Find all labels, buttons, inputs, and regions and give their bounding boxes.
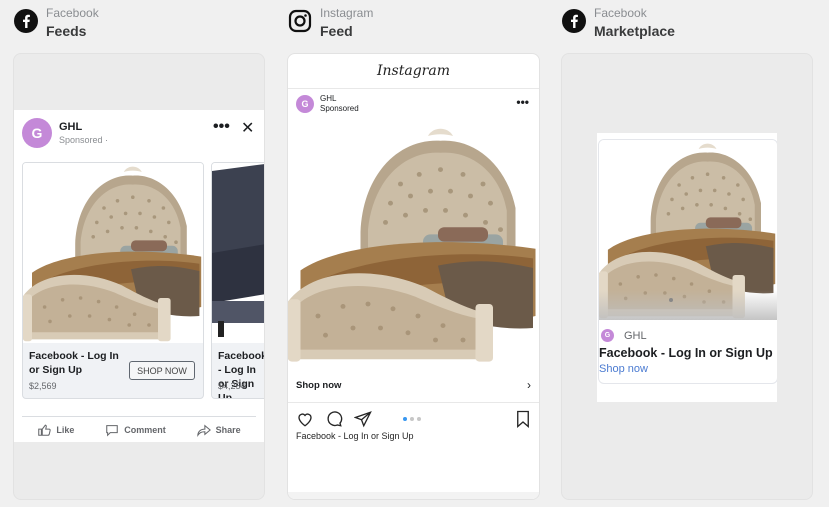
facebook-marketplace-preview: G GHL Facebook - Log In or Sign Up Shop …: [561, 53, 813, 500]
product-image: [23, 163, 203, 343]
comment-icon: [106, 425, 119, 437]
column-header: Instagram Feed: [288, 6, 373, 42]
facebook-feeds-preview: G GHL Sponsored · ••• ✕ Facebook - Log I…: [13, 53, 265, 500]
shop-now-label: Shop now: [296, 380, 342, 391]
marketplace-listing[interactable]: G GHL Facebook - Log In or Sign Up Shop …: [597, 133, 777, 402]
platform-label: Facebook: [46, 6, 99, 20]
close-icon[interactable]: ✕: [241, 120, 254, 138]
page-name: GHL: [624, 329, 647, 342]
column-header: Facebook Feeds: [14, 6, 99, 42]
sponsored-label: Sponsored ·: [59, 134, 109, 145]
placement-label: Marketplace: [594, 23, 675, 39]
avatar: G: [22, 118, 52, 148]
card-title: Facebook - Log In or Sign Up: [29, 350, 119, 376]
shop-now-bar[interactable]: Shop now ›: [288, 372, 539, 403]
shop-now-button[interactable]: SHOP NOW: [129, 361, 195, 380]
bookmark-icon: [517, 410, 529, 428]
avatar: G: [601, 329, 614, 342]
like-button[interactable]: Like: [37, 423, 74, 437]
shop-now-link[interactable]: Shop now: [599, 363, 648, 375]
sponsored-label: Sponsored: [320, 104, 359, 113]
listing-header: G GHL: [601, 329, 647, 342]
avatar: G: [296, 95, 314, 113]
carousel-card[interactable]: Facebook - Log In or Sign Up $2,569 SHOP…: [22, 162, 204, 399]
placement-label: Feeds: [46, 23, 87, 39]
platform-label: Instagram: [320, 6, 374, 20]
comment-icon: [327, 411, 343, 427]
heart-icon: [298, 413, 312, 427]
comment-button[interactable]: Comment: [105, 423, 166, 437]
facebook-icon: [562, 9, 586, 33]
page-name: GHL: [59, 120, 83, 133]
post-actions: Like Comment Share: [22, 416, 256, 437]
fb-feed-post: G GHL Sponsored · ••• ✕ Facebook - Log I…: [14, 110, 264, 442]
placement-label: Feed: [320, 23, 353, 39]
listing-card: G GHL Facebook - Log In or Sign Up Shop …: [598, 139, 777, 384]
instagram-logo: Instagram: [377, 63, 450, 79]
column-header: Facebook Marketplace: [562, 6, 675, 42]
share-button[interactable]: Share: [196, 423, 241, 437]
card-title: Facebook - Log In or Sign Up: [218, 350, 264, 399]
comment-label: Comment: [124, 425, 166, 435]
product-image: [288, 124, 538, 364]
product-image: [212, 163, 264, 343]
more-options-icon[interactable]: •••: [213, 119, 230, 135]
carousel-card[interactable]: Facebook - Log In or Sign Up $4,254: [211, 162, 264, 399]
panel-footer: [288, 492, 539, 499]
carousel-indicator: [403, 417, 424, 421]
instagram-icon: [288, 9, 312, 33]
instagram-feed-preview: Instagram G GHL Sponsored ••• Shop now ›…: [287, 53, 540, 500]
chevron-right-icon: ›: [527, 378, 531, 392]
carousel-indicator: [669, 298, 676, 302]
post-caption: Facebook - Log In or Sign Up: [296, 431, 414, 441]
facebook-icon: [14, 9, 38, 33]
share-icon: [196, 424, 211, 437]
card-price: $2,569: [29, 381, 57, 391]
platform-label: Facebook: [594, 6, 647, 20]
post-action-bar: [296, 410, 531, 428]
listing-title: Facebook - Log In or Sign Up: [599, 346, 773, 360]
card-price: $4,254: [218, 381, 246, 391]
thumbs-up-icon: [38, 424, 52, 436]
send-icon: [354, 411, 372, 428]
post-header: G GHL Sponsored ·: [22, 118, 108, 148]
like-label: Like: [56, 425, 75, 435]
product-image: [599, 140, 777, 320]
share-label: Share: [215, 425, 241, 435]
more-options-icon[interactable]: •••: [516, 96, 529, 108]
page-name: GHL: [320, 94, 337, 103]
instagram-top-bar: Instagram: [288, 54, 539, 89]
post-header: G GHL Sponsored: [296, 94, 359, 114]
